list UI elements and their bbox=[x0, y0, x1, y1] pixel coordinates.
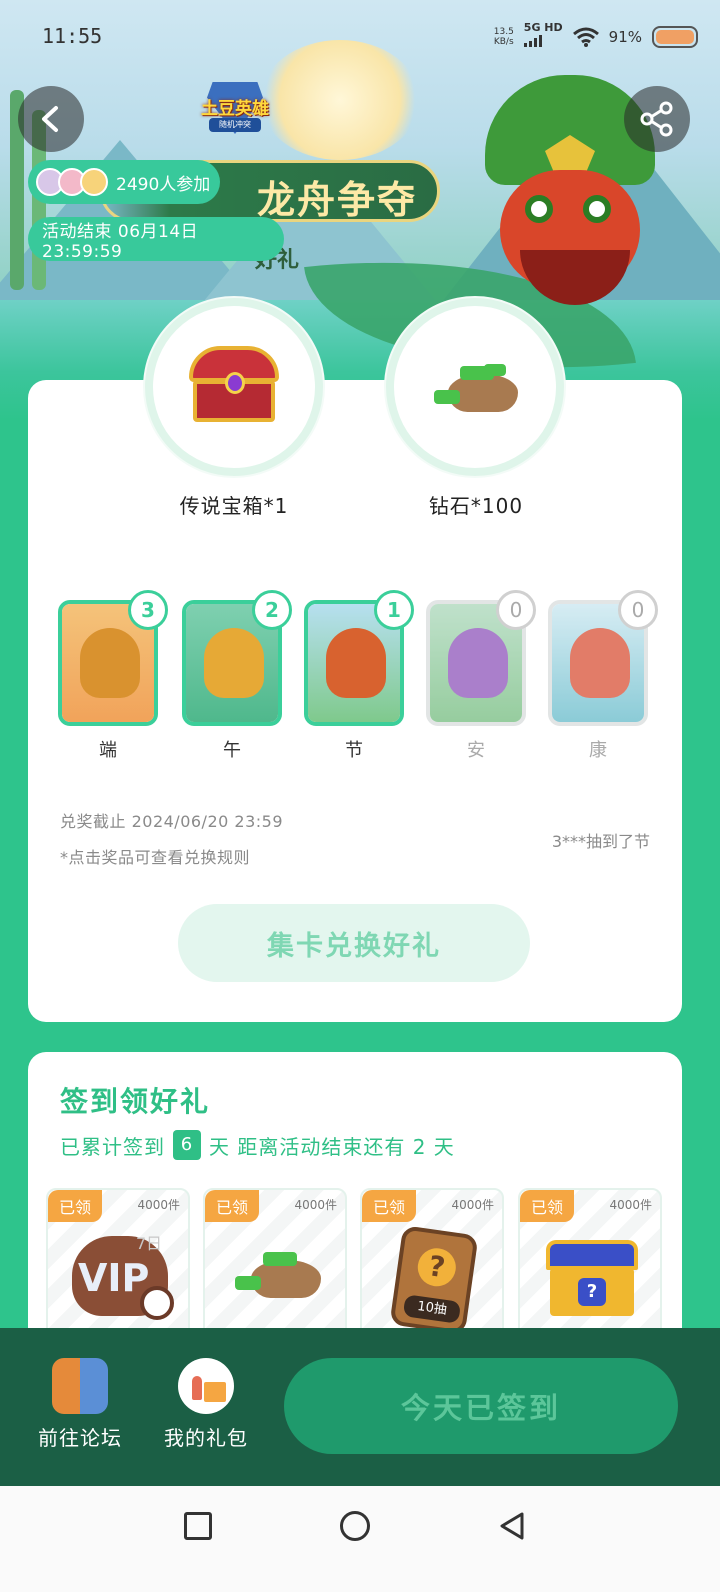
reward-quantity: 4000件 bbox=[451, 1198, 494, 1212]
card-count-badge: 0 bbox=[496, 590, 536, 630]
battery-icon bbox=[652, 25, 698, 48]
signal-icon bbox=[523, 35, 542, 47]
draw-ticket-icon: ? 10抽 bbox=[389, 1225, 479, 1335]
clock: 11:55 bbox=[42, 24, 103, 48]
reward-badge: 10抽 bbox=[402, 1294, 462, 1324]
treasure-chest-icon bbox=[189, 346, 279, 424]
diamond-bag-icon bbox=[434, 364, 518, 412]
draw-ticker: 3***抽到了节 bbox=[551, 832, 650, 851]
signin-progress: 已累计签到 6 天 距离活动结束还有 2 天 bbox=[60, 1130, 455, 1160]
participant-avatars bbox=[36, 168, 108, 196]
forum-button[interactable]: 前往论坛 bbox=[30, 1358, 130, 1451]
hero-cards-row: 3 端 2 午 1 节 0 安 0 康 bbox=[58, 590, 668, 761]
prize-label: 钻石*100 bbox=[428, 494, 524, 518]
home-button[interactable] bbox=[340, 1511, 370, 1541]
hero-card-jie[interactable]: 1 节 bbox=[304, 590, 414, 761]
card-count-badge: 3 bbox=[128, 590, 168, 630]
exchange-button[interactable]: 集卡兑换好礼 bbox=[178, 904, 530, 982]
claimed-tag: 已领 bbox=[205, 1190, 259, 1222]
recent-apps-button[interactable] bbox=[184, 1512, 212, 1540]
reward-quantity: 4000件 bbox=[294, 1198, 337, 1212]
network-type: 5G HD bbox=[523, 21, 563, 34]
exchange-hint: *点击奖品可查看兑换规则 bbox=[60, 848, 251, 867]
signin-days: 6 bbox=[173, 1130, 201, 1160]
prize-diamonds[interactable] bbox=[386, 298, 564, 476]
signin-reward-draw-ticket[interactable]: ? 10抽 已领 4000件 bbox=[360, 1188, 504, 1338]
card-count-badge: 2 bbox=[252, 590, 292, 630]
hero-card-an[interactable]: 0 安 bbox=[426, 590, 536, 761]
reward-badge: 7日 bbox=[135, 1234, 162, 1253]
nav-back-button[interactable] bbox=[496, 1510, 528, 1542]
gift-label: 我的礼包 bbox=[164, 1426, 248, 1450]
participants-badge: 2490人参加 bbox=[28, 160, 220, 204]
prize-legendary-chest[interactable] bbox=[145, 298, 323, 476]
card-count-badge: 1 bbox=[374, 590, 414, 630]
gift-icon bbox=[178, 1358, 234, 1414]
hero-card-kang[interactable]: 0 康 bbox=[548, 590, 658, 761]
reward-quantity: 4000件 bbox=[137, 1198, 180, 1212]
prize-label: 传说宝箱*1 bbox=[179, 494, 289, 518]
network-speed: 13.5 KB/s bbox=[493, 26, 514, 47]
hero-card-wu[interactable]: 2 午 bbox=[182, 590, 292, 761]
card-name: 康 bbox=[589, 740, 607, 761]
signin-title: 签到领好礼 bbox=[60, 1085, 211, 1118]
share-button[interactable] bbox=[624, 86, 690, 152]
wifi-icon bbox=[572, 27, 599, 47]
signin-reward-diamonds[interactable]: 已领 4000件 bbox=[203, 1188, 347, 1338]
signin-reward-mystery-box[interactable]: ? 已领 4000件 bbox=[518, 1188, 662, 1338]
logo-subtext: 随机冲突 bbox=[209, 118, 261, 132]
exchange-deadline: 兑奖截止 2024/06/20 23:59 bbox=[60, 812, 284, 831]
card-name: 节 bbox=[345, 740, 363, 761]
claimed-tag: 已领 bbox=[48, 1190, 102, 1222]
claimed-tag: 已领 bbox=[362, 1190, 416, 1222]
signed-today-button[interactable]: 今天已签到 bbox=[284, 1358, 678, 1454]
status-bar: 11:55 13.5 KB/s 5G HD 91% bbox=[0, 0, 720, 78]
forum-app-icon bbox=[52, 1358, 108, 1414]
forum-label: 前往论坛 bbox=[38, 1426, 122, 1450]
claimed-tag: 已领 bbox=[520, 1190, 574, 1222]
mystery-box-icon: ? bbox=[546, 1240, 638, 1320]
chevron-left-icon bbox=[42, 106, 58, 132]
reward-quantity: 4000件 bbox=[609, 1198, 652, 1212]
card-name: 端 bbox=[99, 740, 117, 761]
card-name: 安 bbox=[467, 740, 485, 761]
avatar bbox=[80, 168, 108, 196]
participants-count: 2490人参加 bbox=[116, 174, 211, 195]
event-end-time: 活动结束 06月14日 23:59:59 bbox=[28, 217, 284, 262]
share-icon bbox=[640, 101, 673, 137]
signin-reward-vip[interactable]: VIP 7日 已领 4000件 bbox=[46, 1188, 190, 1338]
diamond-bag-icon bbox=[233, 1250, 323, 1300]
game-logo: 土豆英雄 随机冲突 bbox=[195, 78, 275, 138]
my-gifts-button[interactable]: 我的礼包 bbox=[156, 1358, 256, 1451]
battery-percent: 91% bbox=[608, 27, 642, 46]
card-count-badge: 0 bbox=[618, 590, 658, 630]
hero-card-duan[interactable]: 3 端 bbox=[58, 590, 168, 761]
logo-text: 土豆英雄 bbox=[201, 99, 269, 119]
card-name: 午 bbox=[223, 740, 241, 761]
back-button[interactable] bbox=[18, 86, 84, 152]
